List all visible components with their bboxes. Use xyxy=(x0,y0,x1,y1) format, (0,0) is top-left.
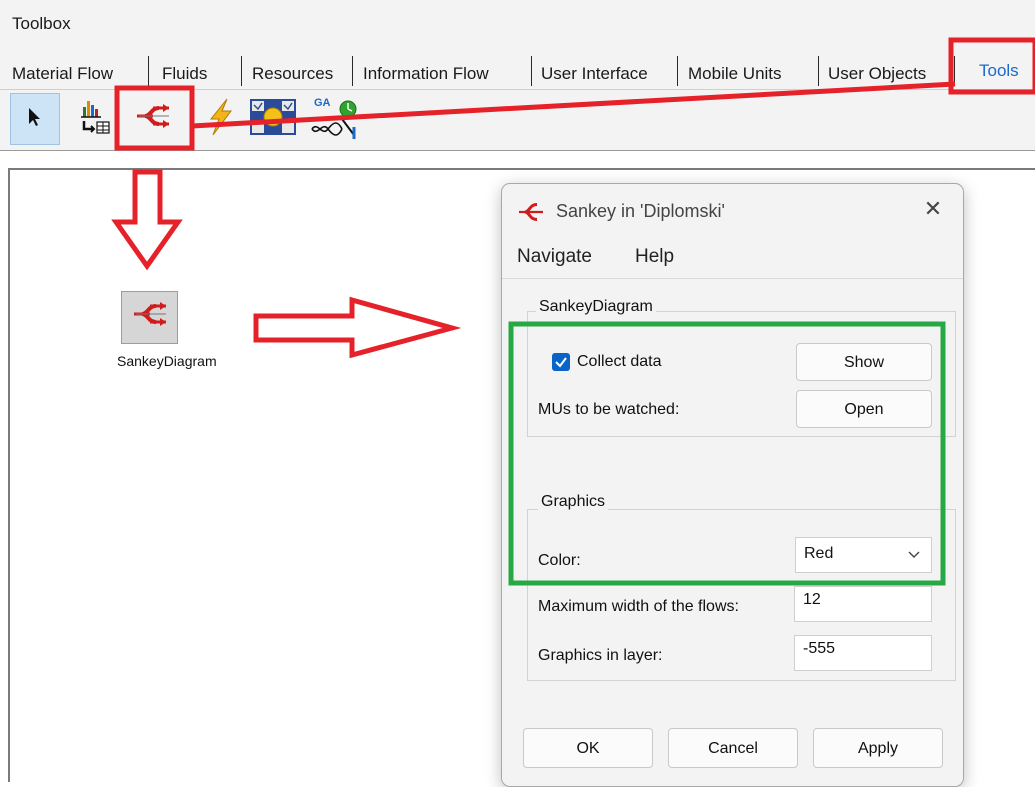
layer-input[interactable]: -555 xyxy=(794,635,932,671)
chevron-down-icon xyxy=(907,546,921,564)
open-button[interactable]: Open xyxy=(796,390,932,428)
tab-information-flow[interactable]: Information Flow xyxy=(357,56,532,86)
max-width-label: Maximum width of the flows: xyxy=(538,598,739,615)
tab-resources[interactable]: Resources xyxy=(246,56,353,86)
chart-table-tool-button[interactable] xyxy=(72,93,122,145)
pointer-arrow-icon xyxy=(25,105,45,134)
experiment-manager-icon xyxy=(248,95,298,144)
menu-navigate[interactable]: Navigate xyxy=(517,246,592,268)
tab-strip: Material Flow Fluids Resources Informati… xyxy=(6,52,1035,89)
dialog-sankey-icon xyxy=(516,200,546,229)
collect-data-label: Collect data xyxy=(577,353,662,370)
collect-data-checkbox[interactable] xyxy=(552,353,570,371)
genetic-algorithm-icon: GA xyxy=(310,97,360,141)
ok-button[interactable]: OK xyxy=(523,728,653,768)
color-select-value: Red xyxy=(804,545,834,562)
mus-watched-label: MUs to be watched: xyxy=(538,401,680,418)
graphics-group-label: Graphics xyxy=(538,493,609,511)
close-icon[interactable]: ✕ xyxy=(918,194,948,224)
apply-button[interactable]: Apply xyxy=(813,728,943,768)
color-select[interactable]: Red xyxy=(795,537,932,573)
tab-user-interface[interactable]: User Interface xyxy=(535,56,678,86)
color-label: Color: xyxy=(538,552,581,569)
sankey-tool-button[interactable] xyxy=(128,93,178,145)
cancel-button[interactable]: Cancel xyxy=(668,728,798,768)
tab-tools[interactable]: Tools xyxy=(973,52,1035,89)
tab-divider xyxy=(0,89,1035,90)
pointer-tool-button[interactable] xyxy=(10,93,60,145)
experiment-manager-button[interactable] xyxy=(248,93,298,145)
menu-divider xyxy=(502,278,963,279)
show-button[interactable]: Show xyxy=(796,343,932,381)
toolbox-header: Toolbox Material Flow Fluids Resources I… xyxy=(0,0,1035,150)
tab-mobile-units[interactable]: Mobile Units xyxy=(682,56,819,86)
sankey-object[interactable] xyxy=(121,291,178,344)
toolbox-title: Toolbox xyxy=(12,14,71,33)
check-icon xyxy=(555,357,567,368)
max-width-input[interactable]: 12 xyxy=(794,586,932,622)
toolbar-divider xyxy=(0,150,1035,151)
dialog-title: Sankey in 'Diplomski' xyxy=(556,201,725,221)
sankey-group-label: SankeyDiagram xyxy=(536,298,656,316)
tab-fluids[interactable]: Fluids xyxy=(156,56,242,86)
tab-material-flow[interactable]: Material Flow xyxy=(6,56,149,86)
genetic-algorithm-button[interactable]: GA xyxy=(307,93,363,145)
tab-user-objects[interactable]: User Objects xyxy=(822,56,955,86)
ga-label: GA xyxy=(314,97,331,109)
menu-help[interactable]: Help xyxy=(635,246,674,268)
sankey-dialog: Sankey in 'Diplomski' ✕ Navigate Help Sa… xyxy=(501,183,964,787)
chart-table-icon xyxy=(79,97,115,142)
sankey-object-icon xyxy=(130,298,170,337)
method-tool-button[interactable] xyxy=(195,93,245,145)
sankey-object-label: SankeyDiagram xyxy=(117,353,217,369)
layer-label: Graphics in layer: xyxy=(538,647,663,664)
sankey-icon xyxy=(133,100,173,139)
lightning-icon xyxy=(203,97,237,142)
